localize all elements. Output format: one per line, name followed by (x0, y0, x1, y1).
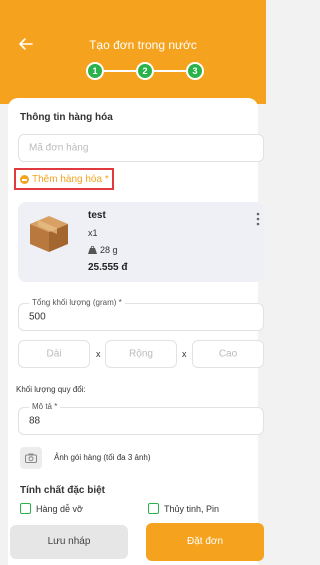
width-placeholder: Rộng (129, 348, 153, 360)
step-3: 3 (186, 62, 204, 80)
photo-label: Ảnh gói hàng (tối đa 3 ảnh) (54, 453, 151, 462)
back-arrow-icon[interactable] (18, 36, 34, 52)
form-card: Thông tin hàng hóa Mã đơn hàng Thêm hàng… (8, 98, 264, 565)
step-2: 2 (136, 62, 154, 80)
product-weight-row: 28 g (88, 245, 118, 255)
description-label: Mô tả * (29, 402, 61, 411)
description-input[interactable]: Mô tả * 88 (18, 402, 264, 435)
product-name: test (88, 210, 106, 221)
step-indicator: 1 2 3 (86, 62, 206, 82)
total-weight-label: Tổng khối lượng (gram) * (29, 298, 125, 307)
page-title: Tạo đơn trong nước (89, 38, 197, 52)
order-code-input[interactable]: Mã đơn hàng (18, 134, 264, 162)
description-value: 88 (29, 415, 41, 427)
dimension-separator: x (96, 349, 101, 359)
step-1: 1 (86, 62, 104, 80)
total-weight-value: 500 (29, 311, 46, 323)
step-connector (154, 70, 186, 72)
total-weight-input[interactable]: Tổng khối lượng (gram) * 500 (18, 298, 264, 331)
dimension-separator: x (182, 349, 187, 359)
product-card[interactable]: test x1 28 g 25.555 đ (18, 202, 264, 282)
more-vertical-icon[interactable] (256, 212, 260, 226)
product-weight: 28 g (100, 245, 118, 255)
step-connector (104, 70, 136, 72)
special-section-title: Tính chất đặc biệt (20, 485, 106, 496)
package-box-icon (30, 216, 68, 252)
weight-icon (88, 246, 97, 254)
converted-weight-label: Khối lượng quy đổi: (16, 385, 86, 394)
fragile-checkbox[interactable] (20, 503, 31, 514)
fragile-checkbox-label: Hàng dễ vỡ (36, 504, 83, 514)
add-goods-label: Thêm hàng hóa * (32, 174, 109, 185)
header-bar: Tạo đơn trong nước 1 2 3 (0, 0, 266, 104)
length-placeholder: Dài (46, 348, 62, 360)
order-code-placeholder: Mã đơn hàng (29, 142, 89, 154)
glass-battery-checkbox[interactable] (148, 503, 159, 514)
product-quantity: x1 (88, 228, 98, 238)
place-order-button[interactable]: Đặt đơn (146, 523, 264, 561)
width-input[interactable]: Rộng (105, 340, 177, 368)
add-goods-button[interactable]: Thêm hàng hóa * (14, 168, 114, 190)
save-draft-button[interactable]: Lưu nháp (10, 525, 128, 559)
goods-section-title: Thông tin hàng hóa (20, 112, 113, 123)
length-input[interactable]: Dài (18, 340, 90, 368)
glass-battery-checkbox-label: Thủy tinh, Pin (164, 504, 220, 514)
height-input[interactable]: Cao (192, 340, 264, 368)
add-photo-button[interactable] (20, 447, 42, 469)
camera-icon (25, 453, 37, 463)
minus-circle-icon (20, 175, 29, 184)
height-placeholder: Cao (218, 348, 238, 360)
product-price: 25.555 đ (88, 262, 128, 273)
